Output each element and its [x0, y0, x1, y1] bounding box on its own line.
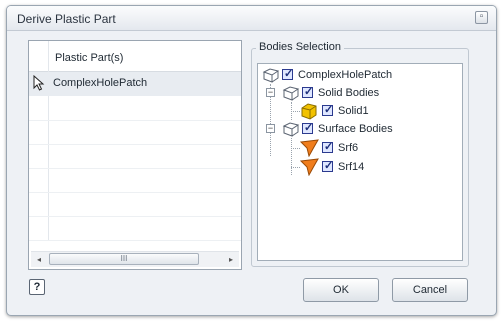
row-divider: [29, 144, 241, 145]
row-divider: [29, 216, 241, 217]
scroll-thumb[interactable]: III: [49, 253, 199, 265]
cancel-button[interactable]: Cancel: [392, 278, 468, 302]
srf6-label: Srf6: [338, 142, 359, 154]
row-divider: [29, 240, 241, 241]
dialog-title: Derive Plastic Part: [17, 12, 116, 26]
tree-node-solid1[interactable]: Solid1: [258, 102, 458, 120]
tree-node-solid-bodies[interactable]: − Solid Bodies: [258, 84, 458, 102]
surface-body-icon: [299, 139, 320, 160]
title-bar: Derive Plastic Part ▫: [7, 6, 496, 31]
bodies-tree[interactable]: ComplexHolePatch − Solid Bodies Solid1 −…: [257, 63, 463, 261]
scroll-left-icon[interactable]: ◂: [32, 253, 46, 266]
root-label: ComplexHolePatch: [298, 69, 393, 81]
list-item[interactable]: ComplexHolePatch: [29, 72, 241, 96]
tree-node-srf14[interactable]: Srf14: [258, 158, 458, 179]
bodies-selection-label: Bodies Selection: [256, 41, 344, 53]
tree-node-surface-bodies[interactable]: − Surface Bodies: [258, 120, 458, 138]
solid-bodies-label: Solid Bodies: [318, 87, 380, 99]
row-divider: [29, 168, 241, 169]
part-name: ComplexHolePatch: [53, 77, 148, 89]
surface-bodies-checkbox[interactable]: [302, 121, 313, 134]
help-button[interactable]: ?: [29, 279, 45, 295]
solid1-label: Solid1: [338, 105, 369, 117]
plastic-parts-list[interactable]: Plastic Part(s) ComplexHolePatch ◂ III ▸: [28, 40, 242, 270]
srf14-label: Srf14: [338, 161, 365, 173]
header-gutter: [29, 41, 49, 71]
root-checkbox[interactable]: [282, 67, 293, 80]
folder-body-icon: [282, 121, 300, 140]
close-button[interactable]: ▫: [475, 11, 488, 24]
solid-bodies-checkbox[interactable]: [302, 85, 313, 98]
collapse-icon[interactable]: −: [266, 124, 275, 133]
scroll-right-icon[interactable]: ▸: [224, 253, 238, 266]
srf14-checkbox[interactable]: [322, 159, 333, 172]
surface-bodies-label: Surface Bodies: [318, 123, 393, 135]
surface-body-icon: [299, 158, 320, 179]
column-header-plastic-parts: Plastic Part(s): [55, 52, 124, 64]
tree-node-root[interactable]: ComplexHolePatch: [258, 66, 458, 84]
ok-button[interactable]: OK: [303, 278, 379, 302]
pointer-icon: [33, 74, 45, 94]
solid1-checkbox[interactable]: [322, 103, 333, 116]
tree-node-srf6[interactable]: Srf6: [258, 139, 458, 160]
srf6-checkbox[interactable]: [322, 140, 333, 153]
row-divider: [29, 192, 241, 193]
list-header: Plastic Part(s): [29, 41, 241, 72]
close-icon: ▫: [479, 11, 484, 22]
row-divider: [29, 120, 241, 121]
collapse-icon[interactable]: −: [266, 88, 275, 97]
horizontal-scrollbar[interactable]: ◂ III ▸: [31, 251, 239, 267]
